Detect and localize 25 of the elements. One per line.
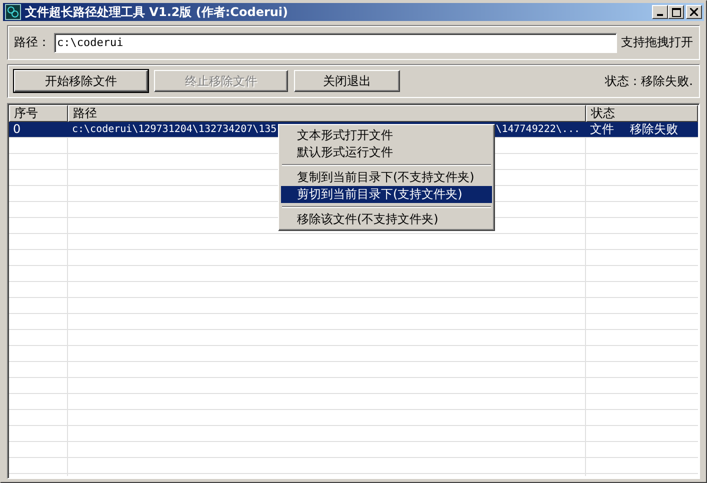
minimize-button[interactable] (652, 5, 668, 19)
menu-item[interactable]: 移除该文件(不支持文件夹) (281, 211, 492, 228)
window-title: 文件超长路径处理工具 V1.2版 (作者:Coderui) (25, 4, 290, 20)
path-field[interactable]: c:\coderui (54, 32, 617, 52)
path-text: c:\coderui\129731204\132734207\135 (72, 123, 277, 137)
app-icon (5, 4, 21, 20)
path-text: \147749222\... (496, 123, 580, 137)
status-text: 状态：移除失败. (605, 72, 693, 90)
maximize-button[interactable] (668, 5, 684, 19)
status-cell: 移除失败 (630, 122, 678, 137)
menu-item[interactable]: 默认形式运行文件 (281, 144, 492, 161)
column-header[interactable]: 路径 (68, 105, 586, 122)
column-header[interactable]: 状态 (586, 105, 698, 122)
close-button[interactable] (686, 5, 702, 19)
menu-item[interactable]: 复制到当前目录下(不支持文件夹) (281, 169, 492, 186)
column-header[interactable]: 序号 (9, 105, 68, 122)
action-button[interactable]: 开始移除文件 (14, 70, 148, 92)
drag-hint: 支持拖拽打开 (621, 34, 693, 51)
close-icon (690, 8, 698, 16)
path-label: 路径： (14, 34, 50, 51)
action-button[interactable]: 关闭退出 (294, 70, 400, 92)
type-text: 文件 (590, 122, 614, 137)
menu-item[interactable]: 剪切到当前目录下(支持文件夹) (281, 186, 492, 203)
table-cell-text: 0 (12, 122, 22, 137)
maximize-icon (672, 8, 680, 16)
